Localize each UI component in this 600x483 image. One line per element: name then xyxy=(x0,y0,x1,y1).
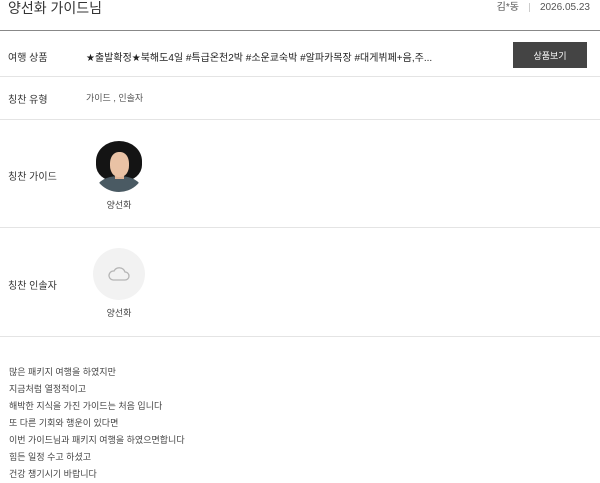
product-name: ★출발확정★북해도4일 #특급온천2박 #소운쿄숙박 #알파카목장 #대게뷔페+… xyxy=(86,53,433,64)
guide-profile: 양선화 xyxy=(79,140,159,211)
review-line: 또 다른 기회와 행운이 있다면 xyxy=(9,418,119,428)
praise-guide-label: 칭찬 가이드 xyxy=(8,172,57,183)
review-line: 지금처럼 열정적이고 xyxy=(9,384,87,394)
meta-divider xyxy=(528,2,530,12)
review-line: 이번 가이드님과 패키지 여행을 하였으면합니다 xyxy=(9,435,185,445)
praise-type-label: 칭찬 유형 xyxy=(8,95,48,106)
review-meta: 김*동 2026.05.23 xyxy=(497,1,590,15)
view-product-button[interactable]: 상품보기 xyxy=(513,42,587,68)
author-name: 김*동 xyxy=(496,2,519,13)
guide-name: 양선화 xyxy=(106,200,132,210)
review-title: 양선화 가이드님 xyxy=(8,0,103,16)
product-label: 여행 상품 xyxy=(8,53,48,64)
review-header: 양선화 가이드님 김*동 2026.05.23 xyxy=(0,0,600,31)
guide-avatar xyxy=(93,140,145,192)
cloud-icon xyxy=(108,267,130,281)
review-line: 해박한 지식을 가진 가이드는 처음 입니다 xyxy=(9,401,163,411)
escort-name: 양선화 xyxy=(106,308,132,318)
review-line: 건강 챙기시기 바랍니다 xyxy=(9,469,97,479)
escort-profile: 양선화 xyxy=(79,248,159,319)
praise-guide-row: 칭찬 가이드 양선화 xyxy=(0,120,600,228)
praise-escort-row: 칭찬 인솔자 양선화 xyxy=(0,228,600,337)
praise-type-row: 칭찬 유형 가이드 , 인솔자 xyxy=(0,77,600,120)
praise-type-value: 가이드 , 인솔자 xyxy=(86,93,144,103)
review-line: 많은 패키지 여행을 하였지만 xyxy=(9,367,116,377)
review-body: 많은 패키지 여행을 하였지만 지금처럼 열정적이고 해박한 지식을 가진 가이… xyxy=(0,337,600,483)
review-line: 힘든 일정 수고 하셨고 xyxy=(9,452,92,462)
escort-avatar xyxy=(93,248,145,300)
product-row: 여행 상품 ★출발확정★북해도4일 #특급온천2박 #소운쿄숙박 #알파카목장 … xyxy=(0,31,600,77)
praise-escort-label: 칭찬 인솔자 xyxy=(8,281,57,292)
review-date: 2026.05.23 xyxy=(539,2,590,13)
